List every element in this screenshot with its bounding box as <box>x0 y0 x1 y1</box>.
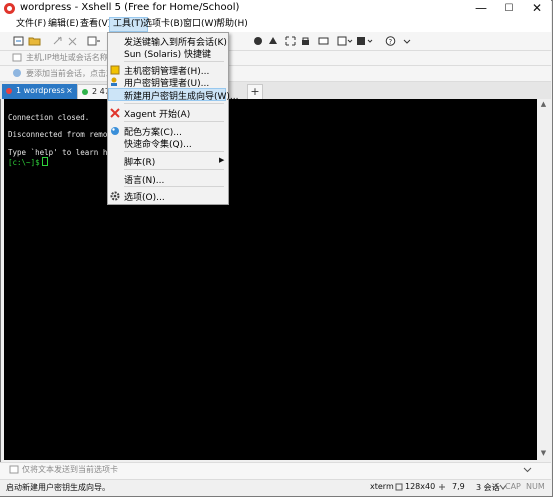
address-icon <box>12 53 22 62</box>
status-dot-icon <box>6 88 12 94</box>
host-input[interactable]: 主机,IP地址或会话名称 <box>26 52 108 63</box>
menu-separator <box>124 186 224 187</box>
menu-item-script[interactable]: 脚本(R) <box>124 155 155 168</box>
cursor-pos-icon <box>439 484 445 490</box>
status-message: 启动新建用户密钥生成向导。 <box>6 483 110 492</box>
help-icon[interactable]: ? <box>385 36 396 46</box>
menu-separator <box>124 151 224 152</box>
scroll-down-icon[interactable]: ▼ <box>540 450 547 457</box>
compose-input[interactable]: 仅将文本发送到当前选项卡 <box>22 464 118 475</box>
status-num: NUM <box>526 482 545 491</box>
xagent-icon <box>110 108 120 118</box>
gear-icon <box>110 191 120 201</box>
status-term: xterm <box>370 482 394 491</box>
new-session-icon[interactable] <box>13 36 24 46</box>
host-key-icon <box>110 65 120 75</box>
xshell-app-icon <box>4 3 15 14</box>
new-tab-button[interactable]: + <box>247 84 263 100</box>
size-icon <box>395 483 403 491</box>
terminal-line: Connection closed. <box>8 113 90 122</box>
tab-session-2[interactable]: 2 47 <box>77 84 111 100</box>
terminal-line: Type `help' to learn how <box>8 148 117 157</box>
dropdown-arrow-icon[interactable] <box>402 36 413 46</box>
tab-label: 1 wordpress <box>16 86 65 95</box>
menu-help[interactable]: 帮助(H) <box>213 18 251 31</box>
close-button[interactable]: ✕ <box>523 0 551 17</box>
menu-item-language[interactable]: 语言(N)... <box>124 173 164 186</box>
layout-icon[interactable] <box>356 36 374 46</box>
status-dot-icon <box>82 89 88 95</box>
menu-file[interactable]: 文件(F) <box>13 18 49 31</box>
menu-separator <box>124 121 224 122</box>
terminal-prompt: [c:\~]$ <box>8 158 40 167</box>
terminal-prompt-line: [c:\~]$ <box>8 157 48 167</box>
terminal-cursor <box>41 157 48 166</box>
menu-separator <box>124 61 224 62</box>
compose-menu-icon[interactable] <box>523 465 532 474</box>
menu-item-options[interactable]: 选项(O)... <box>124 190 165 203</box>
sftp-icon[interactable] <box>268 36 279 46</box>
window-title: wordpress - Xshell 5 (Free for Home/Scho… <box>20 2 240 13</box>
lock-icon[interactable] <box>300 36 311 46</box>
menu-separator <box>124 169 224 170</box>
status-caps: CAP <box>505 482 521 491</box>
submenu-arrow-icon: ▶ <box>219 156 225 164</box>
terminal-line: Disconnected from remote <box>8 130 117 139</box>
status-cursor-pos: 7,9 <box>452 482 465 491</box>
disconnect-icon[interactable] <box>67 36 78 46</box>
compose-bar-icon <box>9 465 19 474</box>
open-folder-icon[interactable] <box>28 36 42 46</box>
transfer-icon[interactable] <box>253 36 264 46</box>
tab-close-icon[interactable]: × <box>66 86 73 95</box>
palette-icon <box>111 127 119 135</box>
menu-item-xagent[interactable]: Xagent 开始(A) <box>124 107 190 120</box>
maximize-button[interactable]: ☐ <box>495 0 523 17</box>
menu-item-sun-keys[interactable]: Sun (Solaris) 快捷键 <box>124 47 211 60</box>
scroll-up-icon[interactable]: ▲ <box>540 101 547 108</box>
terminal-scrollbar[interactable] <box>537 99 550 460</box>
menu-item-quick-commands[interactable]: 快速命令集(Q)... <box>124 137 192 150</box>
menu-separator <box>124 103 224 104</box>
info-icon <box>13 69 21 77</box>
user-key-icon <box>111 77 117 86</box>
properties-icon[interactable] <box>87 36 101 46</box>
fullscreen-icon[interactable] <box>285 36 296 46</box>
menu-item-user-key-wizard[interactable]: 新建用户密钥生成向导(W)... <box>124 89 239 102</box>
connect-icon[interactable] <box>52 36 63 46</box>
menu-item-user-key-manager[interactable]: 用户密钥管理者(U)... <box>124 76 209 89</box>
minimize-button[interactable]: — <box>467 0 495 17</box>
keyboard-icon[interactable] <box>318 36 329 46</box>
compose-icon[interactable] <box>337 36 353 46</box>
svg-text:?: ? <box>389 38 393 46</box>
status-size: 128x40 <box>405 482 436 491</box>
tab-wordpress[interactable]: 1 wordpress × <box>2 84 77 99</box>
